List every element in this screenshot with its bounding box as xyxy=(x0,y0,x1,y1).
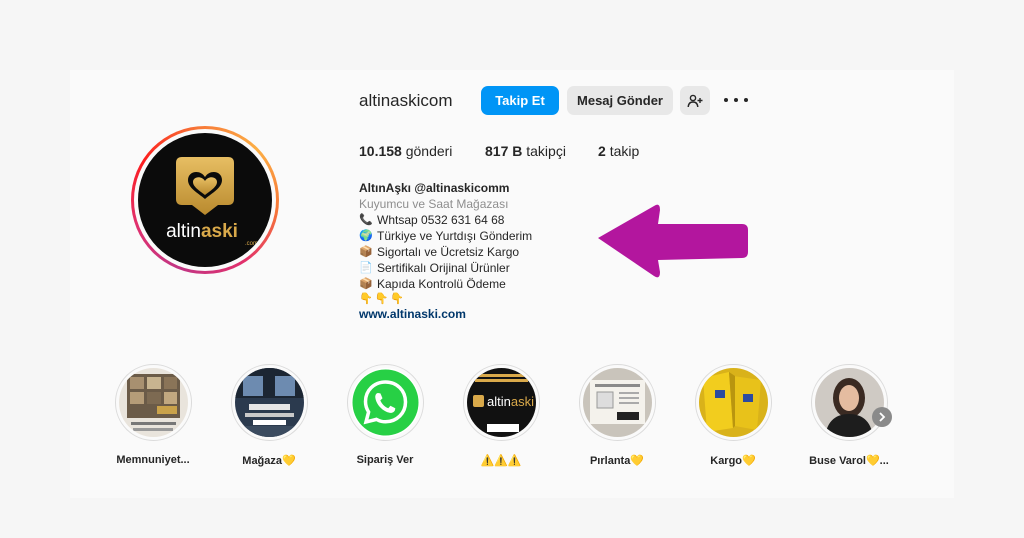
profile-username: altinaskicom xyxy=(359,91,453,110)
followers-label: takipçi xyxy=(526,143,566,159)
package-icon: 📦 xyxy=(359,246,373,258)
svg-text:altinaski: altinaski xyxy=(487,394,534,409)
bio-category: Kuyumcu ve Saat Mağazası xyxy=(359,197,509,211)
logo-text-aski: aski xyxy=(201,221,238,242)
bio-line-phone: 📞 Whtsap 0532 631 64 68 xyxy=(359,212,504,228)
following-label: takip xyxy=(609,143,640,159)
logo-text-altin: altin xyxy=(166,221,201,242)
bio-line-certificate: 📄 Sertifikalı Orijinal Ürünler xyxy=(359,260,510,276)
bio-line-payment: 📦 Kapıda Kontrolü Ödeme xyxy=(359,276,506,292)
highlight-label: Pırlanta💛 xyxy=(589,455,645,467)
bio-line-cargo: 📦 Sigortalı ve Ücretsiz Kargo xyxy=(359,244,519,260)
bio-line-shipping: 🌍 Türkiye ve Yurtdışı Gönderim xyxy=(359,228,532,244)
package-icon: 📦 xyxy=(359,278,373,290)
posts-value: 10.158 xyxy=(359,143,402,159)
suggest-user-button[interactable] xyxy=(680,86,710,115)
highlight-cover xyxy=(350,368,420,437)
bio-line-text: Türkiye ve Yurtdışı Gönderim xyxy=(377,229,533,243)
add-person-icon xyxy=(687,94,703,107)
whatsapp-icon xyxy=(350,368,420,437)
highlight-cover xyxy=(698,368,768,437)
highlights-next-button[interactable] xyxy=(872,407,892,427)
bio-line-text: Sertifikalı Orijinal Ürünler xyxy=(377,261,510,275)
more-options-icon[interactable] xyxy=(724,91,748,109)
bio-line-text: Sigortalı ve Ücretsiz Kargo xyxy=(377,245,520,259)
highlight-cover xyxy=(234,368,304,437)
highlight-label: Sipariş Ver xyxy=(356,454,414,466)
following-count[interactable]: 2 takip xyxy=(598,143,639,159)
profile-avatar[interactable]: altinaski .com xyxy=(131,126,279,274)
posts-count: 10.158 gönderi xyxy=(359,143,452,159)
altinaski-logo: altinaski .com xyxy=(166,157,258,247)
globe-icon: 🌍 xyxy=(359,230,373,242)
pointer-arrow-icon xyxy=(598,204,748,278)
highlight-label: Memnuniyet... xyxy=(116,454,190,466)
highlight-label: Mağaza💛 xyxy=(242,455,296,467)
followers-count[interactable]: 817 B takipçi xyxy=(485,143,566,159)
following-value: 2 xyxy=(598,143,606,159)
posts-label: gönderi xyxy=(405,143,453,159)
followers-value: 817 B xyxy=(485,143,523,159)
highlight-label: Buse Varol💛... xyxy=(809,455,889,467)
highlight-pirlanta[interactable]: Pırlanta💛 xyxy=(577,364,657,467)
bio-line-text: Kapıda Kontrolü Ödeme xyxy=(377,277,506,291)
chevron-right-icon xyxy=(879,412,886,422)
highlight-memnuniyet[interactable]: Memnuniyet... xyxy=(113,364,193,466)
highlight-cover xyxy=(118,368,188,437)
highlight-label: ⚠️⚠️⚠️ xyxy=(480,455,522,467)
bio-name: AltınAşkı @altinaskicomm xyxy=(359,181,510,195)
highlight-cover xyxy=(582,368,652,437)
highlight-siparis-ver[interactable]: Sipariş Ver xyxy=(345,364,425,466)
phone-icon: 📞 xyxy=(359,214,373,226)
message-button[interactable]: Mesaj Gönder xyxy=(567,86,673,115)
highlight-warning[interactable]: altinaski ⚠️⚠️⚠️ xyxy=(461,364,541,467)
highlight-magaza[interactable]: Mağaza💛 xyxy=(229,364,309,467)
pointing-down-icons: 👇👇👇 xyxy=(359,293,407,305)
svg-text:altinaski: altinaski xyxy=(166,221,238,242)
follow-button[interactable]: Takip Et xyxy=(481,86,559,115)
bio-website-link[interactable]: www.altinaski.com xyxy=(359,306,466,322)
highlight-cover xyxy=(814,368,884,437)
logo-suffix: .com xyxy=(245,241,258,247)
highlight-cover: altinaski xyxy=(466,368,536,437)
highlight-kargo[interactable]: Kargo💛 xyxy=(693,364,773,467)
highlight-label: Kargo💛 xyxy=(710,455,756,467)
bio-line-text: Whtsap 0532 631 64 68 xyxy=(377,213,505,227)
document-icon: 📄 xyxy=(359,262,373,274)
